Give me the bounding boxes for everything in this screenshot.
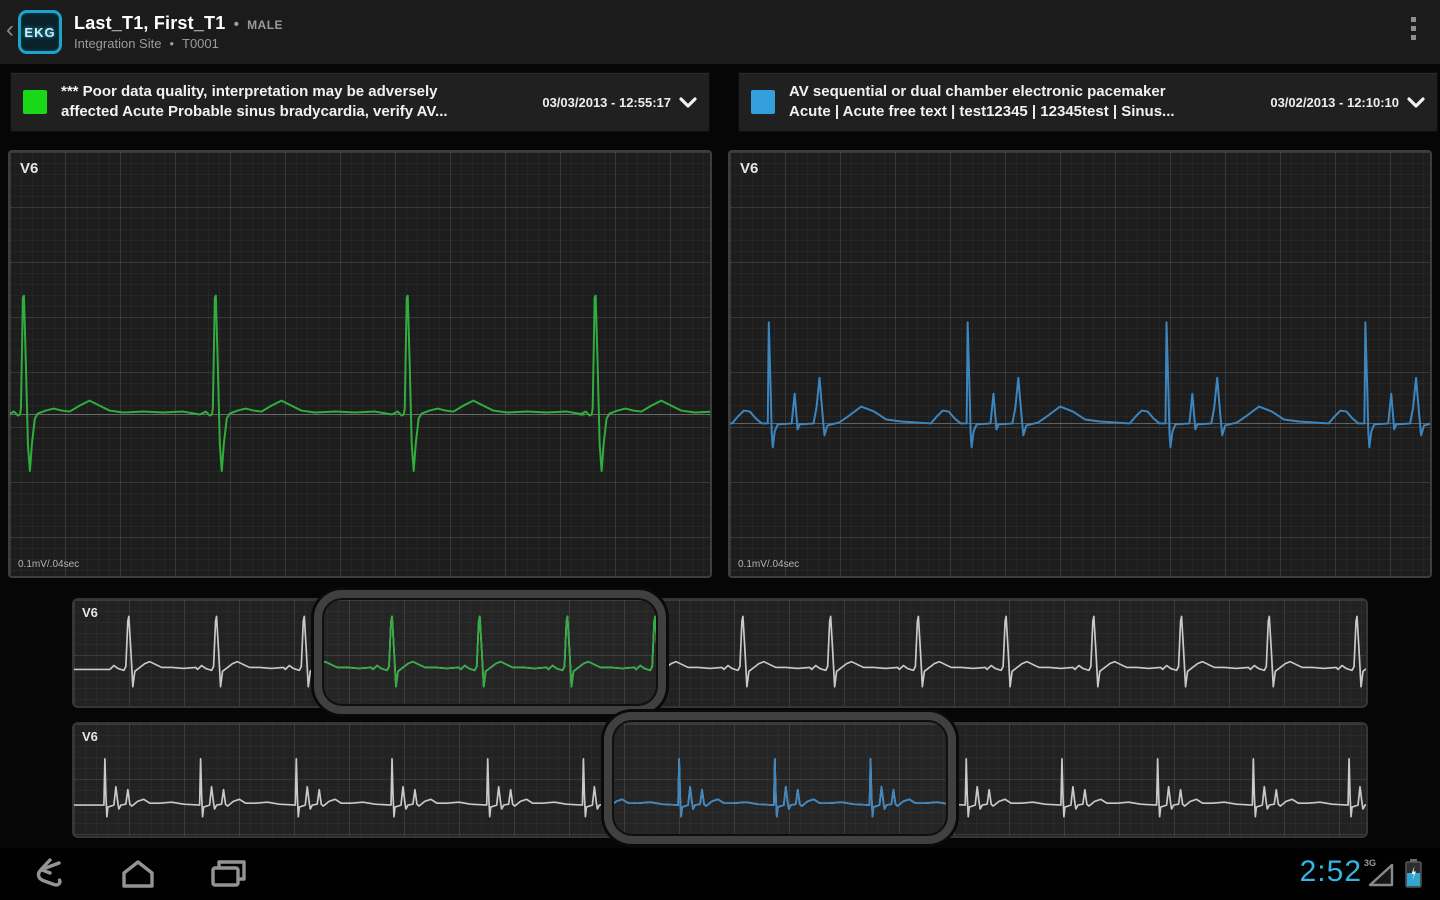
nav-home-icon[interactable] — [116, 858, 160, 890]
lead-label: V6 — [740, 160, 759, 177]
patient-sex: MALE — [247, 18, 284, 32]
overview-trace-top — [74, 615, 1366, 688]
alert-banner-left[interactable]: *** Poor data quality, interpretation ma… — [10, 72, 710, 132]
alert-line2: Acute | Acute free text | test12345 | 12… — [789, 103, 1175, 120]
bullet-separator: • — [169, 36, 175, 51]
patient-id: T0001 — [182, 36, 219, 51]
back-caret-icon[interactable]: ‹ — [0, 16, 18, 48]
system-clock: 2:52 — [1299, 855, 1362, 888]
alert-banner-right[interactable]: AV sequential or dual chamber electronic… — [738, 72, 1438, 132]
chevron-down-icon[interactable] — [1407, 96, 1425, 108]
alert-timestamp: 03/02/2013 - 12:10:10 — [1270, 94, 1399, 110]
nav-back-icon[interactable] — [26, 858, 70, 890]
ecg-trace-blue — [730, 321, 1430, 449]
site-name: Integration Site — [74, 36, 162, 51]
selection-frame-top[interactable] — [314, 590, 666, 714]
battery-icon — [1405, 858, 1422, 888]
alert-text: *** Poor data quality, interpretation ma… — [61, 82, 532, 122]
ecg-trace-green — [10, 294, 710, 472]
alert-timestamp: 03/03/2013 - 12:55:17 — [542, 94, 671, 110]
action-bar: ‹ EKG Last_T1, First_T1 • MALE Integrati… — [0, 0, 1440, 64]
overflow-menu-icon[interactable] — [1404, 17, 1422, 47]
scale-label: 0.1mV/.04sec — [738, 559, 800, 570]
alert-text: AV sequential or dual chamber electronic… — [789, 82, 1260, 122]
lead-label: V6 — [82, 729, 98, 744]
chevron-down-icon[interactable] — [679, 96, 697, 108]
bullet-separator: • — [233, 16, 240, 33]
patient-header-block: Last_T1, First_T1 • MALE Integration Sit… — [74, 13, 283, 51]
alert-severity-swatch — [23, 90, 47, 114]
patient-name: Last_T1, First_T1 — [74, 13, 226, 33]
app-logo[interactable]: EKG — [18, 10, 62, 54]
nav-recents-icon[interactable] — [206, 858, 250, 890]
signal-3g-icon: 3G — [1364, 858, 1396, 888]
alert-line1: *** Poor data quality, interpretation ma… — [61, 83, 438, 100]
scale-label: 0.1mV/.04sec — [18, 559, 80, 570]
ecg-panel-left[interactable]: V6 0.1mV/.04sec — [8, 150, 712, 578]
system-nav-bar: 2:52 3G — [0, 848, 1440, 900]
alert-line1: AV sequential or dual chamber electronic… — [789, 83, 1166, 100]
app-logo-text: EKG — [24, 24, 56, 40]
ecg-panel-right[interactable]: V6 0.1mV/.04sec — [728, 150, 1432, 578]
alert-severity-swatch — [751, 90, 775, 114]
overview-strip-top[interactable]: V6 — [72, 598, 1368, 708]
alert-line2: affected Acute Probable sinus bradycardi… — [61, 103, 448, 120]
lead-label: V6 — [20, 160, 39, 177]
selection-frame-bottom[interactable] — [604, 712, 956, 844]
lead-label: V6 — [82, 605, 98, 620]
